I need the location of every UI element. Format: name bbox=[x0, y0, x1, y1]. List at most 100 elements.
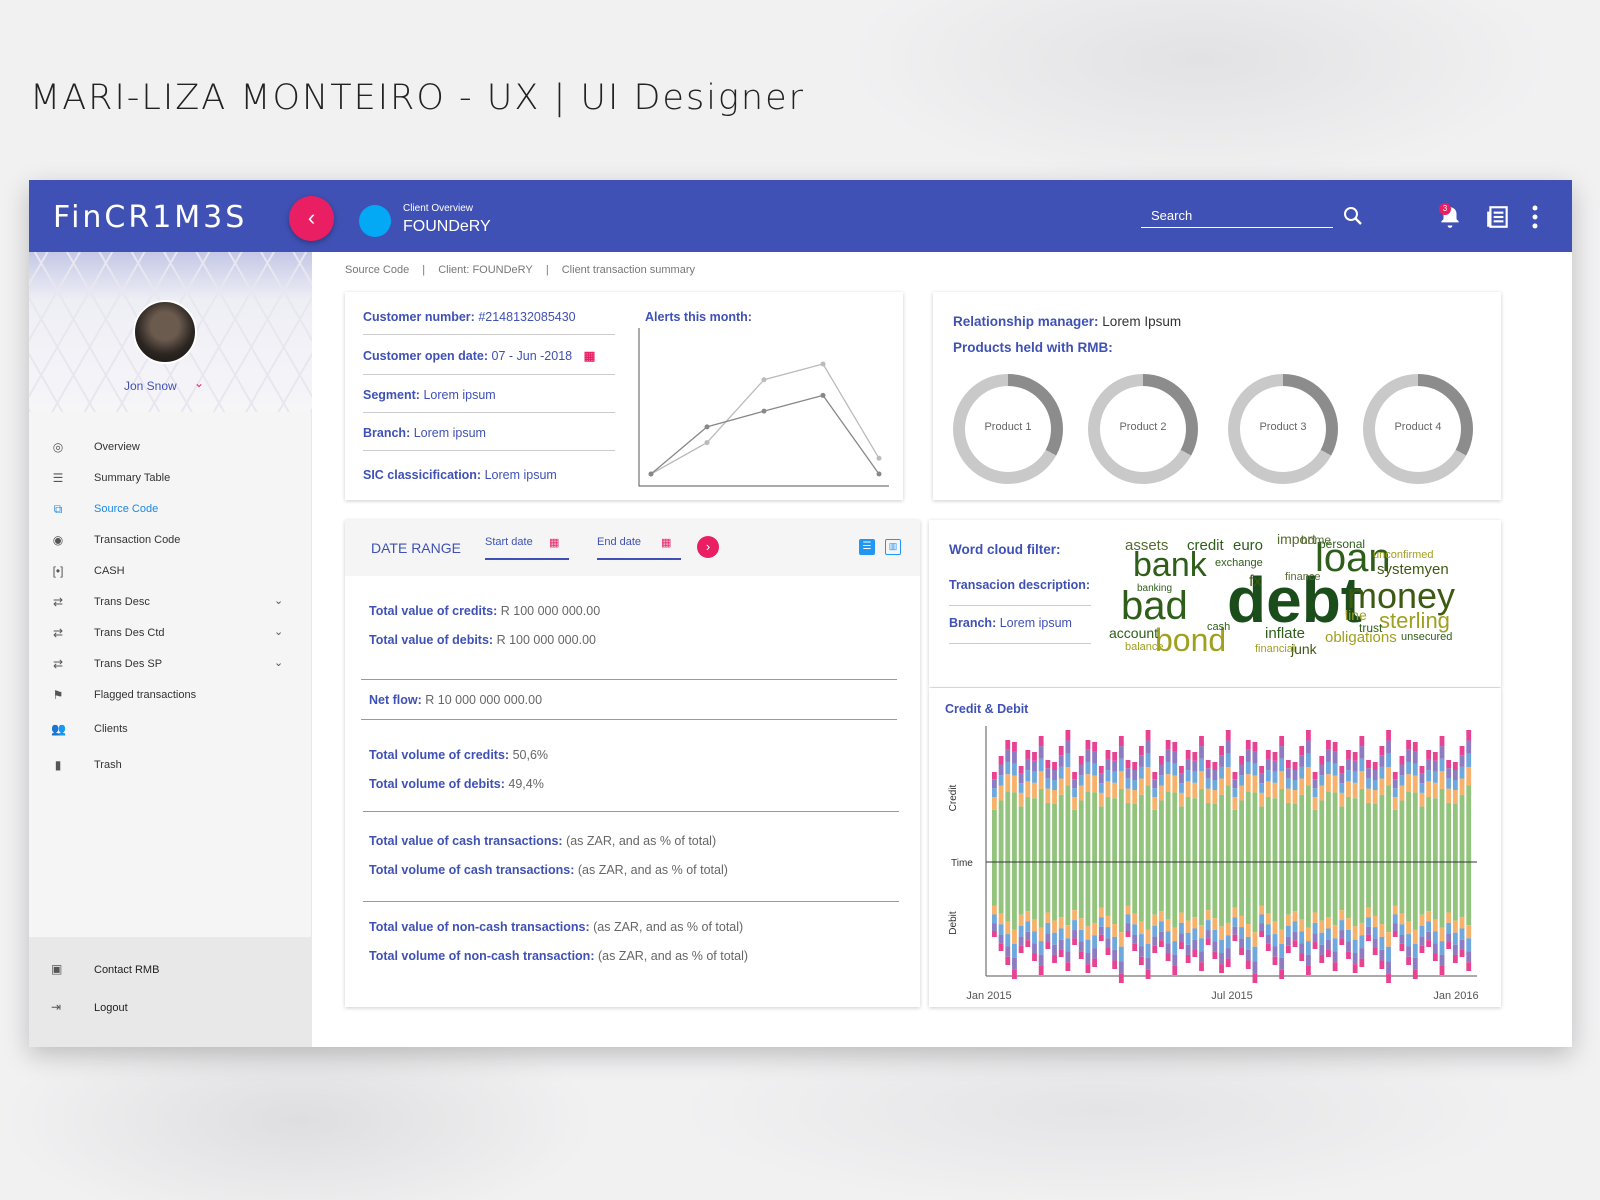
word-cloud-term[interactable]: banking bbox=[1137, 584, 1172, 594]
sidebar-item-source-code[interactable]: ⧉ Source Code bbox=[29, 494, 312, 525]
user-name[interactable]: Jon Snow bbox=[124, 379, 177, 393]
chevron-down-icon[interactable]: ⌄ bbox=[274, 625, 283, 638]
sidebar-item-overview[interactable]: ◎ Overview bbox=[29, 432, 312, 463]
search-icon[interactable] bbox=[1341, 204, 1365, 228]
word-cloud-term[interactable]: unsecured bbox=[1401, 632, 1452, 643]
calendar-icon[interactable]: ▦ bbox=[661, 536, 671, 549]
debit-bar-segment bbox=[1285, 925, 1291, 937]
product-donut[interactable]: Product 3 bbox=[1228, 374, 1338, 484]
sidebar-item-trans-desc[interactable]: ⇄ Trans Desc ⌄ bbox=[29, 587, 312, 618]
sidebar-item-flagged-transactions[interactable]: ⚑ Flagged transactions bbox=[29, 680, 312, 711]
debit-bar-segment bbox=[1192, 917, 1198, 929]
credit-bar-segment bbox=[1138, 755, 1144, 767]
list-icon: ☰ bbox=[52, 471, 64, 485]
word-cloud-term[interactable]: inflate bbox=[1265, 626, 1305, 641]
apply-date-button[interactable]: › bbox=[697, 536, 719, 558]
word-cloud-term[interactable]: systemyen bbox=[1377, 562, 1449, 577]
debit-bar-segment bbox=[1032, 931, 1037, 944]
list-view-icon[interactable]: ☰ bbox=[859, 539, 875, 555]
word-cloud-term[interactable]: personal bbox=[1319, 538, 1365, 550]
word-cloud-term[interactable]: trust bbox=[1359, 622, 1382, 634]
calendar-icon[interactable]: ▦ bbox=[549, 536, 559, 549]
sidebar-item-trash[interactable]: ▮ Trash bbox=[29, 750, 312, 781]
debit-bar-segment bbox=[1145, 943, 1151, 958]
credit-bar-segment bbox=[1279, 746, 1285, 759]
word-cloud-term[interactable]: credit bbox=[1187, 538, 1224, 553]
word-cloud-term[interactable]: finance bbox=[1285, 572, 1320, 583]
avatar[interactable] bbox=[133, 300, 197, 364]
calendar-icon[interactable]: ▦ bbox=[584, 349, 596, 363]
word-cloud-term[interactable]: cash bbox=[1207, 622, 1230, 633]
end-date-field[interactable]: End date ▦ bbox=[597, 536, 681, 560]
product-donut[interactable]: Product 2 bbox=[1088, 374, 1198, 484]
word-cloud-term[interactable]: financial bbox=[1255, 644, 1295, 655]
chevron-down-icon[interactable]: ⌄ bbox=[274, 656, 283, 669]
word-cloud-term[interactable]: fx bbox=[1249, 574, 1261, 590]
credit-bar-segment bbox=[1346, 797, 1351, 862]
credit-bar-segment bbox=[1366, 788, 1371, 803]
chevron-down-icon[interactable]: ⌄ bbox=[274, 594, 283, 607]
word-cloud-term[interactable]: unconfirmed bbox=[1373, 550, 1434, 561]
debit-bar-segment bbox=[1125, 914, 1131, 924]
breadcrumb-item[interactable]: Source Code bbox=[345, 264, 409, 276]
sidebar-item-clients[interactable]: 👥 Clients bbox=[29, 714, 312, 745]
credit-bar-segment bbox=[1152, 788, 1158, 798]
credit-bar-segment bbox=[1392, 779, 1398, 789]
debit-bar-segment bbox=[1138, 946, 1144, 957]
credit-bar-segment bbox=[1439, 736, 1445, 747]
branch-filter[interactable]: Branch: Lorem ipsum bbox=[949, 616, 1072, 630]
sidebar-item-trans-des-ctd[interactable]: ⇄ Trans Des Ctd ⌄ bbox=[29, 618, 312, 649]
debit-bar-segment bbox=[1392, 923, 1398, 931]
news-feed-icon[interactable] bbox=[1485, 204, 1511, 230]
product-donut[interactable]: Product 1 bbox=[953, 374, 1063, 484]
word-cloud-term[interactable]: exchange bbox=[1215, 558, 1263, 569]
word-cloud-term[interactable]: balance bbox=[1125, 642, 1164, 653]
top-app-bar: FinCR1M3S ‹ Client Overview FOUNDeRY Sea… bbox=[29, 180, 1572, 252]
credit-bar-segment bbox=[1005, 740, 1011, 750]
credit-bar-segment bbox=[1072, 809, 1077, 862]
debit-bar-segment bbox=[1379, 924, 1385, 937]
debit-bar-segment bbox=[1072, 920, 1077, 931]
debit-bar-segment bbox=[1058, 862, 1064, 918]
sidebar-item-contact-rmb[interactable]: ▣ Contact RMB bbox=[29, 955, 312, 985]
sidebar-item-summary-table[interactable]: ☰ Summary Table bbox=[29, 463, 312, 494]
debit-bar-segment bbox=[1132, 862, 1138, 914]
more-vertical-icon[interactable] bbox=[1529, 204, 1541, 230]
credit-bar-segment bbox=[1219, 755, 1224, 767]
product-donut[interactable]: Product 4 bbox=[1363, 374, 1473, 484]
debit-bar-segment bbox=[1179, 862, 1184, 913]
word-cloud[interactable]: debt bad loan bank money bond sterling assets cr… bbox=[1109, 528, 1489, 680]
chart-view-icon[interactable]: ▥ bbox=[885, 539, 901, 555]
chevron-down-icon[interactable]: ⌄ bbox=[194, 376, 204, 390]
sidebar-item-transaction-code[interactable]: ◉ Transaction Code bbox=[29, 525, 312, 556]
credit-bar-segment bbox=[1092, 792, 1098, 862]
word-cloud-card: Word cloud filter: Transacion descriptio… bbox=[929, 520, 1501, 687]
word-cloud-term[interactable]: euro bbox=[1233, 538, 1263, 553]
transfer-icon: ⇄ bbox=[52, 595, 64, 609]
credit-bar-segment bbox=[1326, 749, 1331, 762]
credit-bar-segment bbox=[1432, 771, 1438, 783]
collapse-sidebar-button[interactable]: ‹ bbox=[289, 196, 334, 241]
start-date-field[interactable]: Start date ▦ bbox=[485, 536, 569, 560]
sidebar-item-logout[interactable]: ⇥ Logout bbox=[29, 993, 312, 1023]
debit-bar-segment bbox=[1225, 922, 1231, 936]
breadcrumb-item[interactable]: Client: FOUNDeRY bbox=[438, 264, 533, 276]
debit-bar-segment bbox=[1078, 862, 1084, 919]
sidebar-item-trans-des-sp[interactable]: ⇄ Trans Des SP ⌄ bbox=[29, 649, 312, 680]
credit-bar-segment bbox=[1386, 740, 1391, 754]
breadcrumb-separator: | bbox=[545, 264, 549, 276]
debit-bar-segment bbox=[1018, 862, 1024, 915]
transaction-description-filter[interactable]: Transacion description: bbox=[949, 578, 1090, 592]
search-input[interactable]: Search bbox=[1141, 204, 1333, 228]
word-cloud-term[interactable]: line bbox=[1345, 608, 1367, 622]
word-cloud-term[interactable]: assets bbox=[1125, 538, 1168, 553]
credit-bar-segment bbox=[1432, 752, 1438, 761]
word-cloud-term[interactable]: account bbox=[1109, 626, 1158, 640]
debit-bar-segment bbox=[1179, 912, 1184, 923]
sidebar-item-cash[interactable]: [•] CASH bbox=[29, 556, 312, 587]
debit-bar-segment bbox=[1005, 921, 1011, 935]
credit-bar-segment bbox=[1145, 753, 1151, 767]
credit-bar-segment bbox=[1446, 760, 1452, 769]
debit-bar-segment bbox=[1038, 965, 1044, 975]
credit-bar-segment bbox=[1366, 778, 1371, 789]
